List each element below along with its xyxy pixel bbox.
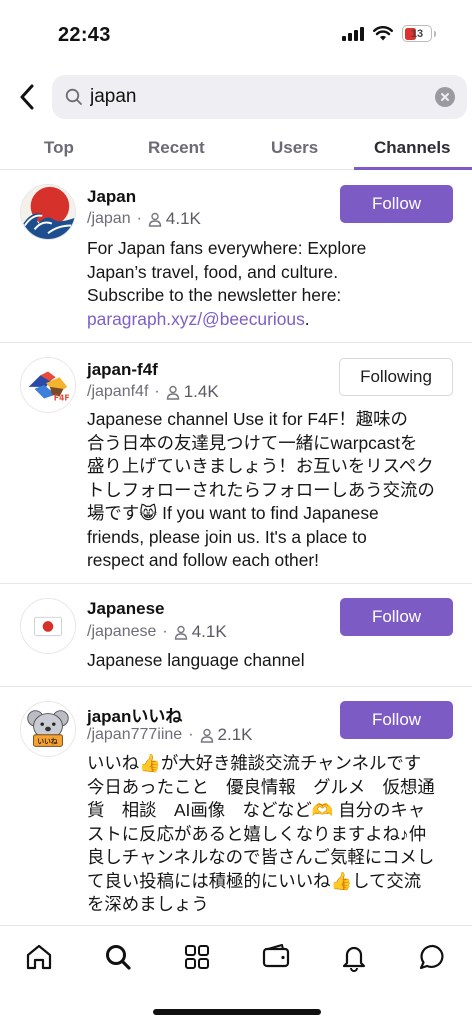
active-tab-indicator (354, 167, 472, 170)
description-line: respect and follow each other! (87, 550, 320, 570)
search-icon[interactable] (103, 942, 133, 972)
description-line: て良い投稿には積極的にいいね👍して交流 (87, 870, 422, 891)
japan-flag-icon (21, 599, 75, 653)
channel-avatar-japan (20, 184, 76, 240)
channel-description: いいね👍が大好き雑談交流チャンネルです 今日あったこと 優良情報 グルメ 仮想通… (87, 752, 459, 917)
status-icons: 13 (342, 25, 436, 42)
search-icon (65, 88, 82, 105)
battery-icon: 13 (402, 25, 436, 42)
back-button[interactable] (14, 82, 40, 112)
channel-meta: /japan · 4.1K (87, 209, 201, 228)
channel-description: Japanese language channel (87, 649, 459, 673)
channel-name[interactable]: japan-f4f (87, 360, 158, 380)
following-button[interactable]: Following (339, 358, 453, 396)
bell-icon[interactable] (339, 942, 369, 972)
channel-handle: /japan777iine (87, 726, 183, 743)
follow-button[interactable]: Follow (340, 701, 453, 739)
clear-search-icon[interactable] (435, 87, 455, 107)
follow-button[interactable]: Follow (340, 598, 453, 636)
description-line: 良しチャンネルなので皆さんご気軽にコメし (87, 847, 435, 867)
description-line: 合う日本の友達見つけて一緒にwarpcastを (87, 432, 418, 453)
channel-meta: /japanese · 4.1K (87, 622, 227, 641)
battery-level: 13 (410, 27, 424, 40)
channel-row-japan[interactable]: Japan /japan · 4.1K Follow For Japan fan… (0, 171, 472, 343)
description-line: を深めましょう (87, 894, 209, 914)
follower-count: 4.1K (191, 622, 227, 641)
svg-text:F4F: F4F (54, 393, 70, 402)
chevron-left-icon (20, 84, 34, 110)
channel-description: For Japan fans everywhere: Explore Japan… (87, 237, 459, 331)
chat-icon[interactable] (418, 942, 448, 972)
follower-count: 1.4K (183, 382, 219, 401)
wallet-icon[interactable] (261, 942, 291, 972)
person-icon (174, 625, 187, 640)
search-bar[interactable] (52, 75, 467, 119)
home-indicator (153, 1009, 321, 1015)
status-time: 22:43 (58, 24, 111, 46)
channel-row-japan-iine[interactable]: いいね japanいいね /japan777iine · 2.1K Follow… (0, 687, 472, 925)
channel-row-japan-f4f[interactable]: F4F japan-f4f /japanf4f · 1.4K Following… (0, 343, 472, 584)
channel-row-japanese[interactable]: Japanese /japanese · 4.1K Follow Japanes… (0, 584, 472, 687)
tab-channels[interactable]: Channels (374, 138, 451, 158)
description-line: For Japan fans everywhere: Explore (87, 238, 367, 258)
channel-handle: /japan (87, 210, 131, 227)
person-icon (200, 728, 213, 743)
tab-top[interactable]: Top (44, 138, 74, 158)
description-line: 盛り上げていきましょう！お互いをリスペク (87, 456, 434, 476)
description-line: ストに反応があると嬉しくなりますよね♪仲 (87, 823, 427, 844)
wave-logo-icon (21, 185, 75, 239)
description-line: Japan’s travel, food, and culture. (87, 261, 339, 282)
channel-avatar-japan-f4f: F4F (20, 357, 76, 413)
koala-logo-icon: いいね (21, 702, 75, 756)
channel-name[interactable]: japanいいね (87, 702, 182, 727)
channel-handle: /japanf4f (87, 383, 149, 400)
channel-handle: /japanese (87, 623, 157, 640)
channel-name[interactable]: Japanese (87, 599, 165, 619)
description-line: Subscribe to the newsletter here: (87, 285, 342, 305)
svg-text:いいね: いいね (37, 737, 58, 745)
wifi-icon (373, 26, 393, 41)
signal-icon (342, 26, 364, 41)
apps-grid-icon[interactable] (182, 942, 212, 972)
tab-recent[interactable]: Recent (148, 138, 205, 158)
follow-button[interactable]: Follow (340, 185, 453, 223)
channel-meta: /japanf4f · 1.4K (87, 382, 219, 401)
search-input[interactable] (90, 86, 435, 108)
description-line: 今日あったこと 優良情報 グルメ 仮想通 (87, 776, 435, 797)
home-icon[interactable] (24, 942, 54, 972)
description-line: 貨 相談 AI画像 などなど🫶 自分のキャ (87, 800, 426, 820)
status-bar: 22:43 13 (0, 0, 472, 66)
channel-avatar-japanese (20, 598, 76, 654)
handshake-logo-icon: F4F (21, 358, 75, 412)
description-line: Japanese channel Use it for F4F！趣味の (87, 409, 408, 429)
newsletter-link[interactable]: paragraph.xyz/@beecurious (87, 309, 305, 329)
tab-users[interactable]: Users (271, 138, 318, 158)
description-line: Japanese language channel (87, 650, 305, 670)
description-line: いいね👍が大好き雑談交流チャンネルです (87, 753, 422, 773)
description-line: トしフォローされたらフォローしあう交流の (87, 479, 435, 500)
channel-name[interactable]: Japan (87, 187, 136, 207)
channel-avatar-japan-iine: いいね (20, 701, 76, 757)
person-icon (148, 212, 162, 227)
person-icon (166, 385, 179, 400)
search-tabs: Top Recent Users Channels (0, 130, 472, 170)
description-line: 場です😸 If you want to find Japanese (87, 503, 379, 523)
channel-description: Japanese channel Use it for F4F！趣味の 合う日本… (87, 408, 459, 573)
description-line: friends, please join us. It's a place to (87, 526, 367, 547)
follower-count: 2.1K (217, 725, 253, 744)
channel-meta: /japan777iine · 2.1K (87, 725, 253, 744)
link-suffix: . (304, 308, 310, 329)
follower-count: 4.1K (165, 209, 201, 228)
